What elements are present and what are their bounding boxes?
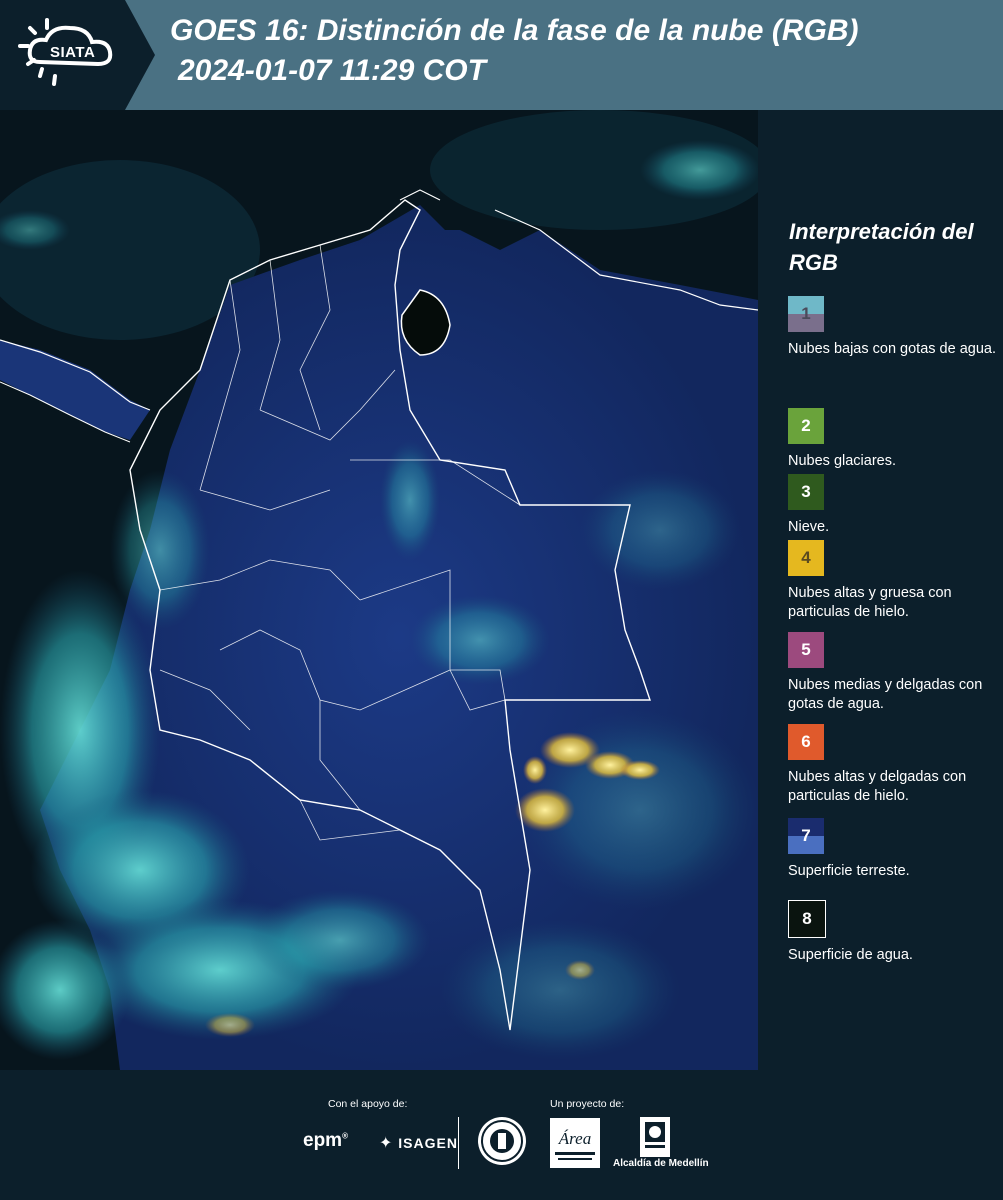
- legend-number: 4: [801, 548, 811, 567]
- siata-logo-text: SIATA: [50, 44, 96, 61]
- legend-item: 7 Superficie terreste.: [788, 818, 998, 881]
- area-metropolitana-logo: Área: [550, 1118, 600, 1168]
- timestamp: 2024-01-07 11:29 COT: [178, 54, 486, 87]
- area-logo-text: Área: [558, 1129, 591, 1148]
- legend-swatch: 4: [788, 540, 824, 576]
- isagen-logo-text: ISAGEN: [398, 1135, 458, 1151]
- legend-item: 3 Nieve.: [788, 474, 998, 537]
- legend-swatch: 5: [788, 632, 824, 668]
- legend-label: Nubes bajas con gotas de agua.: [788, 341, 996, 357]
- page-title: GOES 16: Distinción de la fase de la nub…: [170, 14, 859, 47]
- legend-label: Nubes medias y delgadas con gotas de agu…: [788, 677, 983, 712]
- legend-number: 8: [802, 909, 812, 928]
- seal-logo: [478, 1117, 526, 1165]
- legend-number: 6: [801, 732, 811, 751]
- legend-item: 4 Nubes altas y gruesa con particulas de …: [788, 540, 998, 622]
- legend-swatch: 2: [788, 408, 824, 444]
- legend-label: Superficie de agua.: [788, 947, 913, 963]
- alcaldia-label: Alcaldía de Medellín: [613, 1158, 709, 1169]
- legend-number: 5: [801, 640, 811, 659]
- legend-swatch: 8: [788, 900, 826, 938]
- project-label: Un proyecto de:: [550, 1098, 625, 1110]
- legend-label: Superficie terreste.: [788, 863, 910, 879]
- legend-swatch: 7: [788, 818, 824, 854]
- legend-number: 1: [801, 304, 811, 323]
- header-bar: SIATA GOES 16: Distinción de la fase de …: [0, 0, 1003, 110]
- legend-item: 8 Superficie de agua.: [788, 900, 998, 965]
- legend-swatch: 3: [788, 474, 824, 510]
- legend-panel: Interpretación del RGB 1 Nubes bajas con …: [758, 110, 1003, 1070]
- support-label: Con el apoyo de:: [328, 1098, 408, 1110]
- legend-label: Nubes altas y gruesa con particulas de h…: [788, 585, 952, 620]
- siata-logo: SIATA: [0, 0, 155, 110]
- satellite-image: [0, 110, 758, 1070]
- isagen-logo: ✦ ISAGEN: [379, 1133, 458, 1153]
- footer-divider: [458, 1117, 459, 1169]
- isagen-icon: ✦: [379, 1135, 394, 1152]
- legend-item: 5 Nubes medias y delgadas con gotas de ag…: [788, 632, 998, 714]
- epm-logo: epm®: [303, 1130, 348, 1151]
- epm-logo-text: epm: [303, 1130, 343, 1151]
- satellite-map: [0, 110, 758, 1070]
- legend-label: Nubes glaciares.: [788, 453, 896, 469]
- legend-label: Nieve.: [788, 519, 830, 535]
- legend-item: 1 Nubes bajas con gotas de agua.: [788, 296, 998, 359]
- legend-swatch: 1: [788, 296, 824, 332]
- legend-number: 3: [801, 482, 811, 501]
- legend-number: 2: [801, 416, 811, 435]
- legend-title: Interpretación del RGB: [789, 219, 974, 275]
- alcaldia-logo: [640, 1117, 670, 1157]
- legend-swatch: 6: [788, 724, 824, 760]
- footer: Con el apoyo de: epm® ✦ ISAGEN Un proyec…: [0, 1070, 1003, 1200]
- legend-number: 7: [801, 826, 811, 845]
- legend-item: 6 Nubes altas y delgadas con particulas d…: [788, 724, 998, 806]
- legend-label: Nubes altas y delgadas con particulas de…: [788, 769, 967, 804]
- legend-item: 2 Nubes glaciares.: [788, 408, 998, 471]
